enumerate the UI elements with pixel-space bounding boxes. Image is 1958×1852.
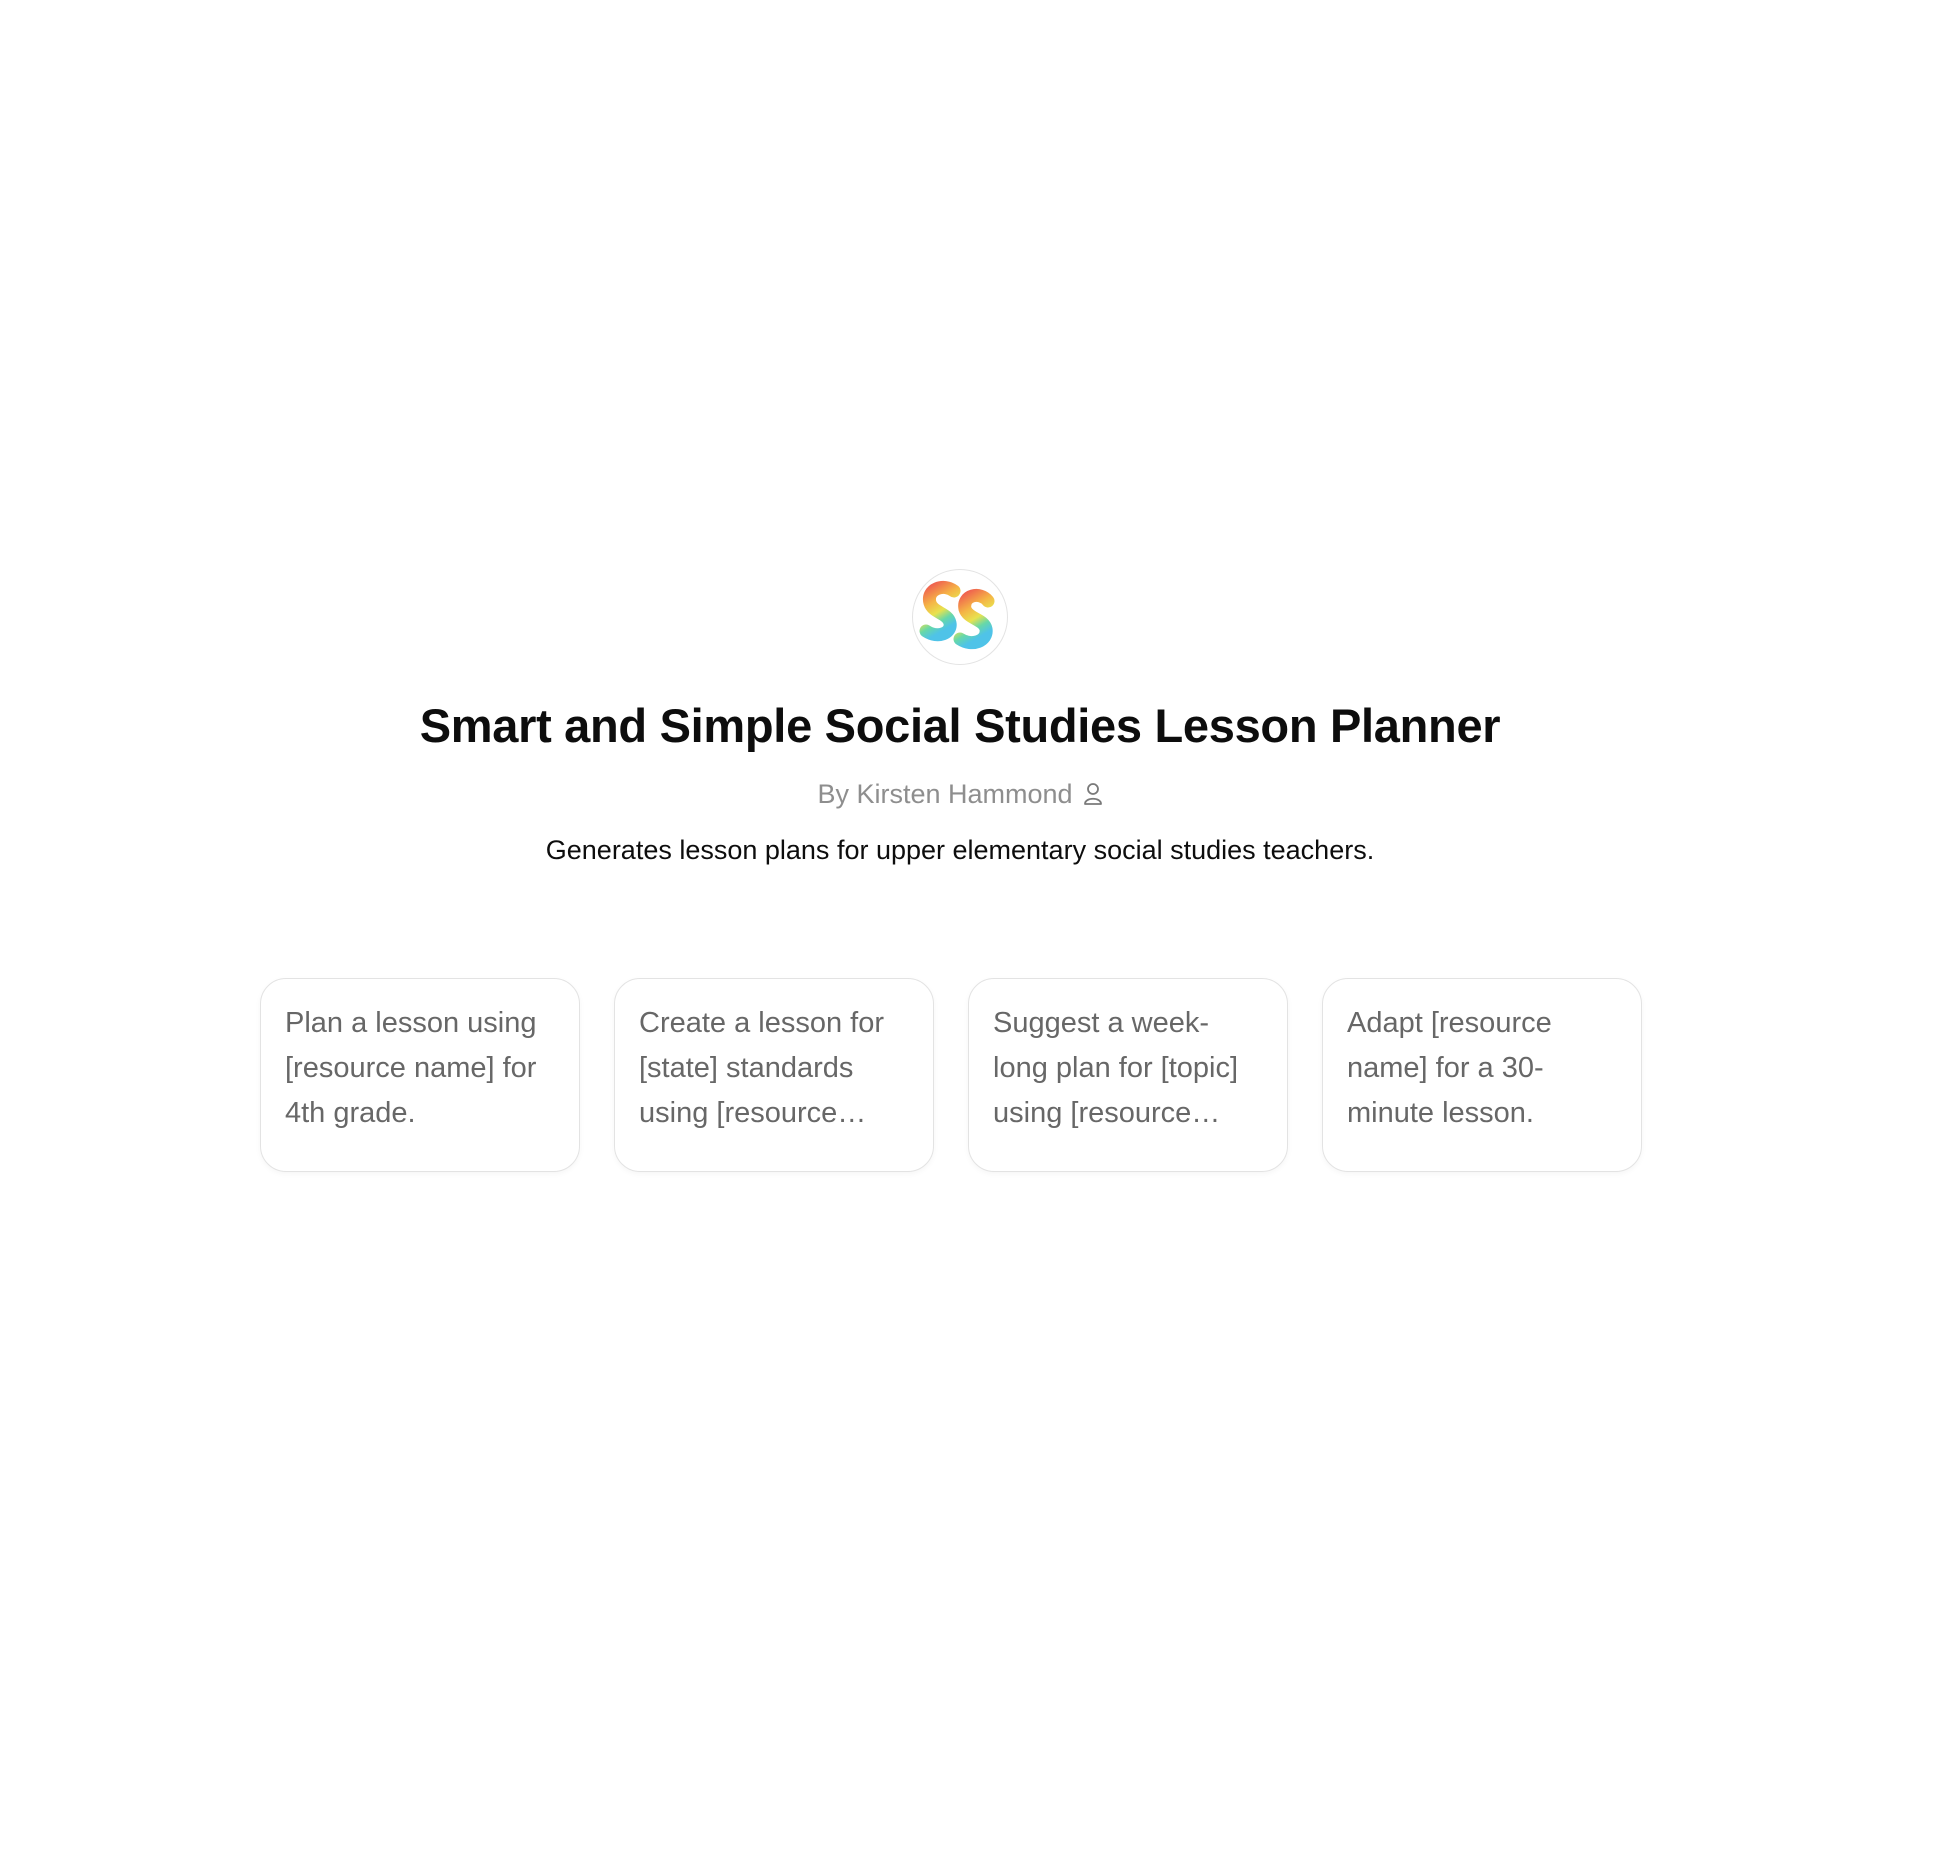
ss-rainbow-logo-icon bbox=[919, 581, 995, 650]
starter-text: Create a lesson for [state] standards us… bbox=[639, 1007, 885, 1129]
gpt-logo bbox=[912, 569, 1008, 665]
starter-text: Adapt [resource name] for a 30-minute le… bbox=[1347, 1007, 1552, 1129]
author-byline: By Kirsten Hammond bbox=[817, 776, 1102, 812]
gpt-description: Generates lesson plans for upper element… bbox=[545, 835, 1375, 865]
starter-card-1[interactable]: Plan a lesson using [resource name] for … bbox=[260, 978, 580, 1172]
conversation-starters: Plan a lesson using [resource name] for … bbox=[260, 978, 1642, 1172]
starter-card-4[interactable]: Adapt [resource name] for a 30-minute le… bbox=[1322, 978, 1642, 1172]
person-icon[interactable] bbox=[1083, 782, 1103, 806]
gpt-header: Smart and Simple Social Studies Lesson P… bbox=[0, 569, 1920, 868]
starter-card-3[interactable]: Suggest a week-long plan for [topic] usi… bbox=[968, 978, 1288, 1172]
starter-card-2[interactable]: Create a lesson for [state] standards us… bbox=[614, 978, 934, 1172]
author-name: By Kirsten Hammond bbox=[817, 779, 1073, 809]
starter-text: Plan a lesson using [resource name] for … bbox=[285, 1007, 537, 1129]
gpt-title: Smart and Simple Social Studies Lesson P… bbox=[419, 699, 1501, 752]
starter-text: Suggest a week-long plan for [topic] usi… bbox=[993, 1007, 1239, 1129]
